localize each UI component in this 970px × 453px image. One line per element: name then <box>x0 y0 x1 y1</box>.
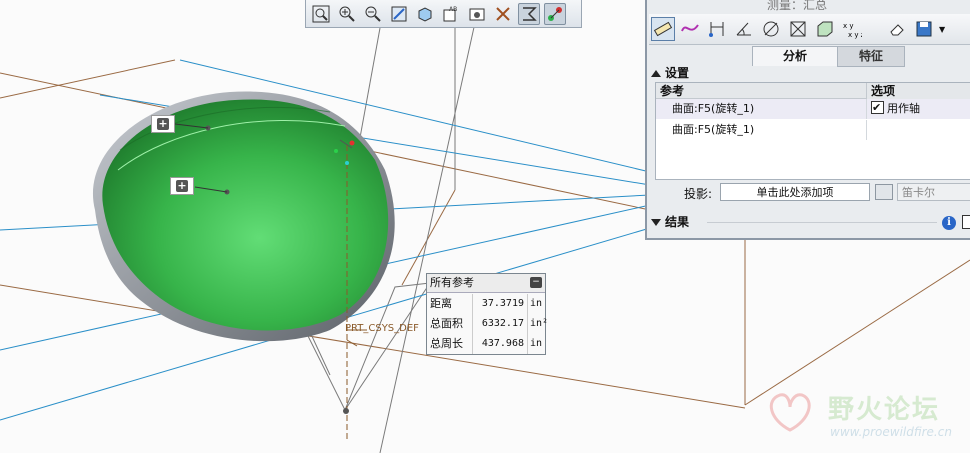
coordinate-system-select[interactable]: 笛卡尔 <box>897 183 970 201</box>
save-icon[interactable] <box>912 17 936 41</box>
dimension-handle-2[interactable]: + <box>170 177 194 195</box>
measure-title: 测量：汇总 <box>767 0 828 12</box>
setup-section-header[interactable]: 设置 <box>651 65 689 81</box>
annotation-display-icon[interactable] <box>518 2 540 25</box>
measure-toolbar: x yx y z ▼ <box>649 14 970 45</box>
result-callout-title: 所有参考 <box>427 274 545 293</box>
zoom-in-icon[interactable] <box>336 3 358 25</box>
table-row[interactable]: 曲面:F5(旋转_1) 用作轴 <box>656 98 970 119</box>
reference-cell: 曲面:F5(旋转_1) <box>672 102 755 115</box>
projection-button[interactable] <box>875 184 893 200</box>
result-row-perimeter: 总周长 437.968 in <box>427 334 545 354</box>
option-cell: 用作轴 <box>866 98 920 119</box>
watermark-logo-icon <box>769 393 811 432</box>
svg-text:x y: x y <box>843 22 854 30</box>
column-header-reference: 参考 <box>656 83 866 99</box>
measure-tabs: 分析 特征 <box>647 46 970 67</box>
angle-icon[interactable] <box>732 17 756 41</box>
projection-input[interactable]: 单击此处添加项 <box>720 183 870 201</box>
result-callout[interactable]: 所有参考 − 距离 37.3719 in 总面积 6332.17 in² 总周长 437.… <box>426 273 548 355</box>
tab-analysis[interactable]: 分析 <box>752 46 838 66</box>
graphics-toolbar: AB <box>305 0 582 28</box>
curve-length-icon[interactable] <box>678 17 702 41</box>
use-as-axis-checkbox[interactable] <box>871 98 884 118</box>
diameter-icon[interactable] <box>759 17 783 41</box>
collapse-icon <box>651 70 661 77</box>
watermark: 野火论坛 www.proewildfire.cn <box>760 385 970 453</box>
svg-text:x y z: x y z <box>848 31 862 39</box>
csys-label: PRT_CSYS_DEF <box>345 323 419 334</box>
collapse-button[interactable]: − <box>530 277 542 288</box>
measure-panel: 测量：汇总 x yx y z ▼ 分析 特征 设置 参考 选项 曲面:F5(旋转… <box>645 0 970 240</box>
repaint-icon[interactable] <box>388 3 410 25</box>
divider <box>707 222 937 223</box>
transform-icon[interactable]: x yx y z <box>840 17 864 41</box>
spin-center-icon[interactable] <box>544 2 566 25</box>
svg-text:AB: AB <box>449 6 457 13</box>
info-icon[interactable]: i <box>942 216 956 230</box>
volume-icon[interactable] <box>813 17 837 41</box>
results-section-header[interactable]: 结果 <box>651 214 689 230</box>
reference-table: 参考 选项 曲面:F5(旋转_1) 用作轴 曲面:F5(旋转_1) <box>655 82 970 180</box>
display-style-icon[interactable] <box>414 3 436 25</box>
result-row-area: 总面积 6332.17 in² <box>427 314 548 334</box>
datum-display-icon[interactable] <box>492 3 514 25</box>
expand-icon <box>651 219 661 226</box>
distance-icon[interactable] <box>705 17 729 41</box>
zoom-out-icon[interactable] <box>362 3 384 25</box>
view-manager-icon[interactable] <box>466 3 488 25</box>
option-cell <box>866 120 871 140</box>
reference-cell: 曲面:F5(旋转_1) <box>672 123 755 136</box>
length-measure-icon[interactable] <box>651 17 675 41</box>
zoom-fit-icon[interactable] <box>310 3 332 25</box>
grid-icon[interactable] <box>962 215 970 229</box>
dimension-handle-1[interactable]: + <box>151 115 175 133</box>
result-row-distance: 距离 37.3719 in <box>427 294 545 314</box>
tab-feature[interactable]: 特征 <box>837 46 905 67</box>
saved-view-icon[interactable]: AB <box>440 3 462 25</box>
save-dropdown-icon[interactable]: ▼ <box>939 25 945 34</box>
projection-label: 投影: <box>684 187 713 201</box>
column-header-option: 选项 <box>866 83 970 100</box>
table-row[interactable]: 曲面:F5(旋转_1) <box>656 120 970 140</box>
eraser-icon[interactable] <box>885 17 909 41</box>
area-icon[interactable] <box>786 17 810 41</box>
